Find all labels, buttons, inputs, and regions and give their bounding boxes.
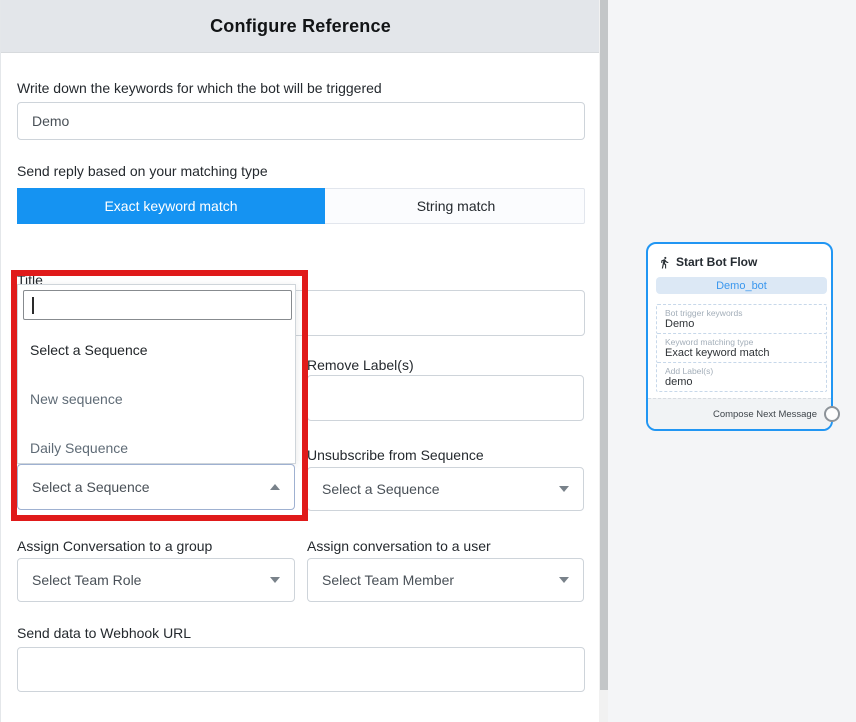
tab-exact-keyword-match[interactable]: Exact keyword match: [17, 188, 325, 224]
assign-user-value: Select Team Member: [322, 572, 454, 588]
webhook-label: Send data to Webhook URL: [17, 625, 191, 641]
assign-group-label: Assign Conversation to a group: [17, 538, 212, 554]
field-keyword-matching-type: Keyword matching type Exact keyword matc…: [656, 333, 827, 363]
unsubscribe-sequence-value: Select a Sequence: [322, 481, 440, 497]
remove-labels-input[interactable]: [307, 375, 584, 421]
assign-group-select[interactable]: Select Team Role: [17, 558, 295, 602]
flow-card-footer: Compose Next Message: [648, 398, 831, 429]
tab-string-label: String match: [417, 198, 496, 214]
caret-down-icon: [559, 577, 569, 583]
caret-down-icon: [270, 577, 280, 583]
page-title: Configure Reference: [210, 16, 391, 37]
flow-card-fields: Bot trigger keywords Demo Keyword matchi…: [656, 304, 827, 392]
walking-person-icon: [658, 256, 671, 269]
compose-next-message-label: Compose Next Message: [713, 409, 817, 420]
caret-down-icon: [559, 486, 569, 492]
matching-type-label: Send reply based on your matching type: [17, 163, 268, 179]
unsubscribe-label: Unsubscribe from Sequence: [307, 447, 484, 463]
flow-card-title: Start Bot Flow: [676, 255, 757, 269]
flow-canvas: Start Bot Flow Demo_bot Bot trigger keyw…: [608, 0, 856, 722]
tab-string-match[interactable]: String match: [325, 188, 587, 224]
configure-panel: Configure Reference Write down the keywo…: [0, 0, 599, 722]
keywords-input-value: Demo: [32, 113, 69, 129]
field-add-labels: Add Label(s) demo: [656, 362, 827, 392]
red-highlight-rectangle: [11, 270, 308, 521]
webhook-input[interactable]: [17, 647, 585, 692]
vertical-scrollbar: [599, 0, 608, 722]
keywords-input[interactable]: Demo: [17, 102, 585, 140]
matching-type-tabs: Exact keyword match String match: [17, 188, 585, 224]
assign-group-value: Select Team Role: [32, 572, 141, 588]
field-value: demo: [665, 376, 818, 389]
start-bot-flow-node[interactable]: Start Bot Flow Demo_bot Bot trigger keyw…: [646, 242, 833, 431]
remove-labels-label: Remove Label(s): [307, 357, 414, 373]
tab-exact-label: Exact keyword match: [104, 198, 237, 214]
keywords-label: Write down the keywords for which the bo…: [17, 80, 382, 96]
flow-card-header: Start Bot Flow: [648, 244, 831, 275]
panel-header: Configure Reference: [1, 0, 600, 53]
bot-name-pill: Demo_bot: [656, 277, 827, 294]
field-label: Keyword matching type: [665, 337, 818, 347]
assign-user-label: Assign conversation to a user: [307, 538, 491, 554]
screen: Configure Reference Write down the keywo…: [0, 0, 856, 722]
field-label: Bot trigger keywords: [665, 308, 818, 318]
assign-user-select[interactable]: Select Team Member: [307, 558, 584, 602]
unsubscribe-sequence-select[interactable]: Select a Sequence: [307, 467, 584, 511]
field-value: Exact keyword match: [665, 347, 818, 360]
field-value: Demo: [665, 318, 818, 331]
connection-handle[interactable]: [824, 406, 840, 422]
field-bot-trigger-keywords: Bot trigger keywords Demo: [656, 304, 827, 334]
scrollbar-thumb[interactable]: [600, 0, 608, 690]
field-label: Add Label(s): [665, 366, 818, 376]
